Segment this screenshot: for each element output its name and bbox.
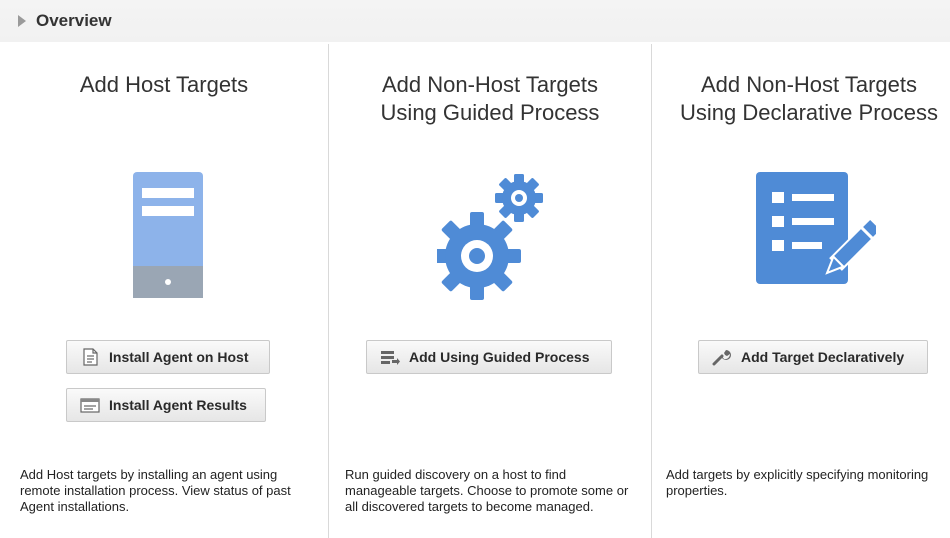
overview-header[interactable]: Overview: [0, 0, 950, 42]
document-icon: [79, 348, 101, 366]
expand-triangle-icon[interactable]: [18, 15, 26, 27]
gears-icon: [437, 174, 543, 300]
host-targets-panel: Add Host Targets Install Agent on Host I…: [0, 44, 328, 538]
add-using-guided-process-button[interactable]: Add Using Guided Process: [366, 340, 612, 374]
panel-description: Add targets by explicitly specifying mon…: [666, 467, 929, 498]
overview-title: Overview: [36, 11, 112, 30]
window-icon: [79, 396, 101, 414]
install-agent-on-host-button[interactable]: Install Agent on Host: [66, 340, 270, 374]
panel-heading: Add Non-Host Targets Using Guided Proces…: [380, 72, 600, 125]
panel-description: Add Host targets by installing an agent …: [20, 467, 291, 514]
panel-heading: Add Non-Host Targets Using Declarative P…: [680, 72, 938, 125]
panel-description: Run guided discovery on a host to find m…: [345, 467, 629, 514]
add-target-declaratively-button[interactable]: Add Target Declaratively: [698, 340, 928, 374]
server-icon: [133, 172, 203, 298]
install-agent-results-button[interactable]: Install Agent Results: [66, 388, 266, 422]
add-targets-page: Overview Add Host Targets Install Agent …: [0, 0, 950, 538]
declarative-process-panel: Add Non-Host Targets Using Declarative P…: [652, 44, 950, 538]
list-arrow-icon: [379, 348, 401, 366]
checklist-pencil-icon: [756, 172, 876, 284]
panel-heading: Add Host Targets: [79, 72, 249, 97]
guided-process-panel: Add Non-Host Targets Using Guided Proces…: [329, 44, 651, 538]
wrench-icon: [711, 348, 733, 366]
